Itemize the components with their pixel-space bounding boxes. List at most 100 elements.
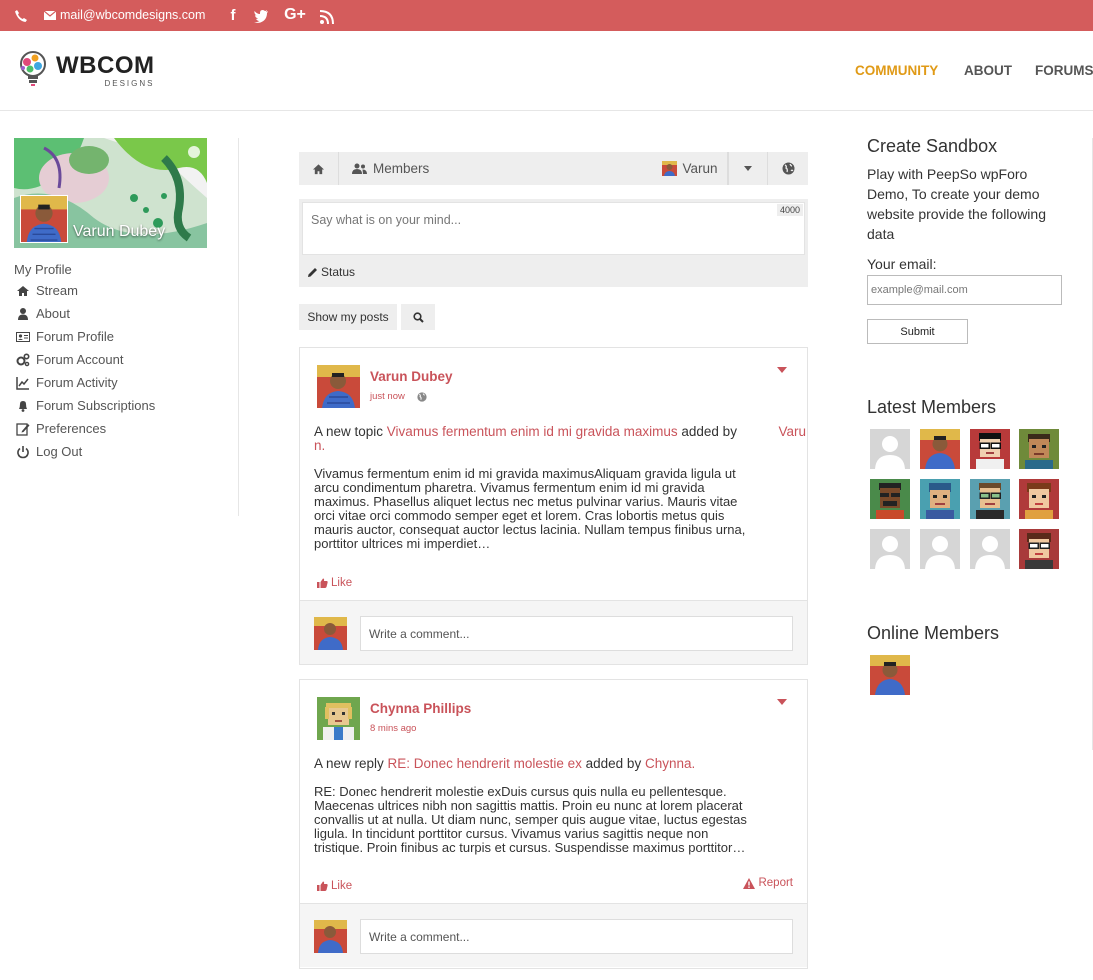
post-options-caret[interactable] — [777, 699, 787, 705]
comment-input[interactable] — [360, 919, 793, 954]
caret-down-icon — [744, 166, 752, 171]
menu-item-forum-account[interactable]: Forum Account — [14, 348, 239, 371]
menu-label: Forum Profile — [36, 329, 115, 344]
member-avatar[interactable] — [870, 529, 910, 569]
menu-label: Forum Subscriptions — [36, 398, 156, 413]
activity-tabs: Members Varun — [299, 152, 808, 185]
menu-item-forum-activity[interactable]: Forum Activity — [14, 371, 239, 394]
search-button[interactable] — [401, 304, 435, 330]
bulb-logo-icon — [20, 51, 46, 86]
like-button[interactable]: Like — [317, 577, 352, 589]
tab-members-label: Members — [373, 161, 430, 176]
body-line: Vivamus fermentum enim id mi gravida max… — [314, 466, 736, 481]
home-icon — [17, 285, 29, 296]
body-line: ligula. In tincidunt porttitor cursus. V… — [314, 826, 709, 841]
status-label: Status — [321, 265, 356, 279]
globe-icon[interactable] — [188, 146, 200, 158]
post-body: RE: Donec hendrerit molestie exDuis curs… — [314, 785, 792, 855]
menu-item-forum-subscriptions[interactable]: Forum Subscriptions — [14, 394, 239, 417]
member-avatar[interactable] — [1019, 479, 1059, 519]
twitter-icon[interactable] — [253, 7, 269, 25]
report-button[interactable]: Report — [743, 877, 793, 889]
post-time[interactable]: just now — [370, 391, 405, 402]
menu-item-about[interactable]: About — [14, 302, 239, 325]
tab-user[interactable]: Varun — [653, 152, 728, 185]
profile-cover[interactable]: Varun Dubey — [14, 138, 207, 248]
menu-item-forum-profile[interactable]: Forum Profile — [14, 325, 239, 348]
phone-icon[interactable] — [14, 9, 28, 23]
nav-about[interactable]: ABOUT — [964, 63, 1012, 78]
menu-label: Forum Activity — [36, 375, 118, 390]
post-time[interactable]: 8 mins ago — [370, 723, 416, 734]
member-avatar[interactable] — [870, 479, 910, 519]
topic-link[interactable]: Vivamus fermentum enim id mi gravida max… — [387, 424, 678, 439]
online-member-avatar[interactable] — [870, 655, 910, 695]
author-link[interactable]: Varu — [778, 425, 806, 439]
member-avatar[interactable] — [970, 479, 1010, 519]
post-author-avatar[interactable] — [317, 365, 360, 408]
edit-icon — [16, 422, 30, 436]
show-my-posts-button[interactable]: Show my posts — [299, 304, 397, 330]
site-logo[interactable]: WBCOM DESIGNS — [16, 49, 154, 93]
post-headline: A new reply RE: Donec hendrerit molestie… — [314, 757, 792, 771]
user-mini-avatar — [662, 161, 678, 176]
tab-members[interactable]: Members — [339, 152, 653, 185]
email-link[interactable]: mail@wbcomdesigns.com — [44, 8, 205, 22]
post-meta: just now — [370, 391, 427, 402]
nav-community[interactable]: COMMUNITY — [855, 63, 938, 78]
like-button[interactable]: Like — [317, 880, 352, 892]
topic-link[interactable]: RE: Donec hendrerit molestie ex — [388, 756, 582, 771]
profile-sidebar: Varun Dubey My Profile Stream About Foru… — [14, 138, 239, 463]
headline-text: A new reply — [314, 756, 388, 771]
logo-subtext: DESIGNS — [104, 79, 155, 88]
body-line: mauris auctor, consequat auctor lectus l… — [314, 522, 746, 537]
author-link[interactable]: n. — [314, 438, 325, 453]
tab-privacy[interactable] — [768, 152, 808, 185]
status-button[interactable]: Status — [307, 265, 355, 279]
member-avatar[interactable] — [920, 429, 960, 469]
menu-label: Stream — [36, 283, 78, 298]
comment-input[interactable] — [360, 616, 793, 651]
profile-name[interactable]: Varun Dubey — [73, 223, 165, 241]
submit-button[interactable]: Submit — [867, 319, 968, 344]
author-link[interactable]: Chynna. — [645, 756, 695, 771]
headline-text: added by — [677, 424, 737, 439]
post-author-avatar[interactable] — [317, 697, 360, 740]
nav-forums[interactable]: FORUMS — [1035, 63, 1093, 78]
member-avatar[interactable] — [1019, 529, 1059, 569]
post-author-name[interactable]: Chynna Phillips — [370, 701, 471, 716]
member-avatar[interactable] — [970, 529, 1010, 569]
body-line: arcu condimentum pharetra. Vivamus ferme… — [314, 480, 705, 495]
warning-icon — [743, 877, 756, 889]
google-plus-icon[interactable]: G+ — [283, 6, 307, 24]
member-avatar[interactable] — [870, 429, 910, 469]
online-members-title: Online Members — [867, 623, 1000, 643]
menu-item-preferences[interactable]: Preferences — [14, 417, 239, 440]
tab-user-label: Varun — [682, 161, 718, 176]
email-label: Your email: — [867, 256, 937, 272]
search-icon — [412, 311, 424, 323]
comment-area — [300, 600, 807, 664]
status-input[interactable] — [302, 202, 805, 255]
facebook-icon[interactable]: f — [227, 6, 239, 24]
menu-label: Preferences — [36, 421, 107, 436]
post-headline: A new topic Vivamus fermentum enim id mi… — [314, 424, 806, 453]
menu-item-stream[interactable]: Stream — [14, 279, 239, 302]
pencil-icon — [308, 267, 317, 277]
member-avatar[interactable] — [970, 429, 1010, 469]
email-field[interactable] — [867, 275, 1062, 305]
tab-dropdown[interactable] — [728, 152, 768, 185]
profile-avatar[interactable] — [20, 195, 68, 243]
menu-label: Forum Account — [36, 352, 124, 367]
body-line: Maecenas ultrices nibh non sagittis matt… — [314, 798, 743, 813]
rss-icon[interactable] — [320, 8, 334, 26]
globe-icon[interactable] — [417, 391, 427, 402]
member-avatar[interactable] — [920, 529, 960, 569]
menu-item-log-out[interactable]: Log Out — [14, 440, 239, 463]
tab-home[interactable] — [299, 152, 339, 185]
post-author-name[interactable]: Varun Dubey — [370, 369, 453, 384]
body-line: convallis ut at nulla. Ut diam nunc, sem… — [314, 812, 747, 827]
member-avatar[interactable] — [1019, 429, 1059, 469]
post-options-caret[interactable] — [777, 367, 787, 373]
member-avatar[interactable] — [920, 479, 960, 519]
